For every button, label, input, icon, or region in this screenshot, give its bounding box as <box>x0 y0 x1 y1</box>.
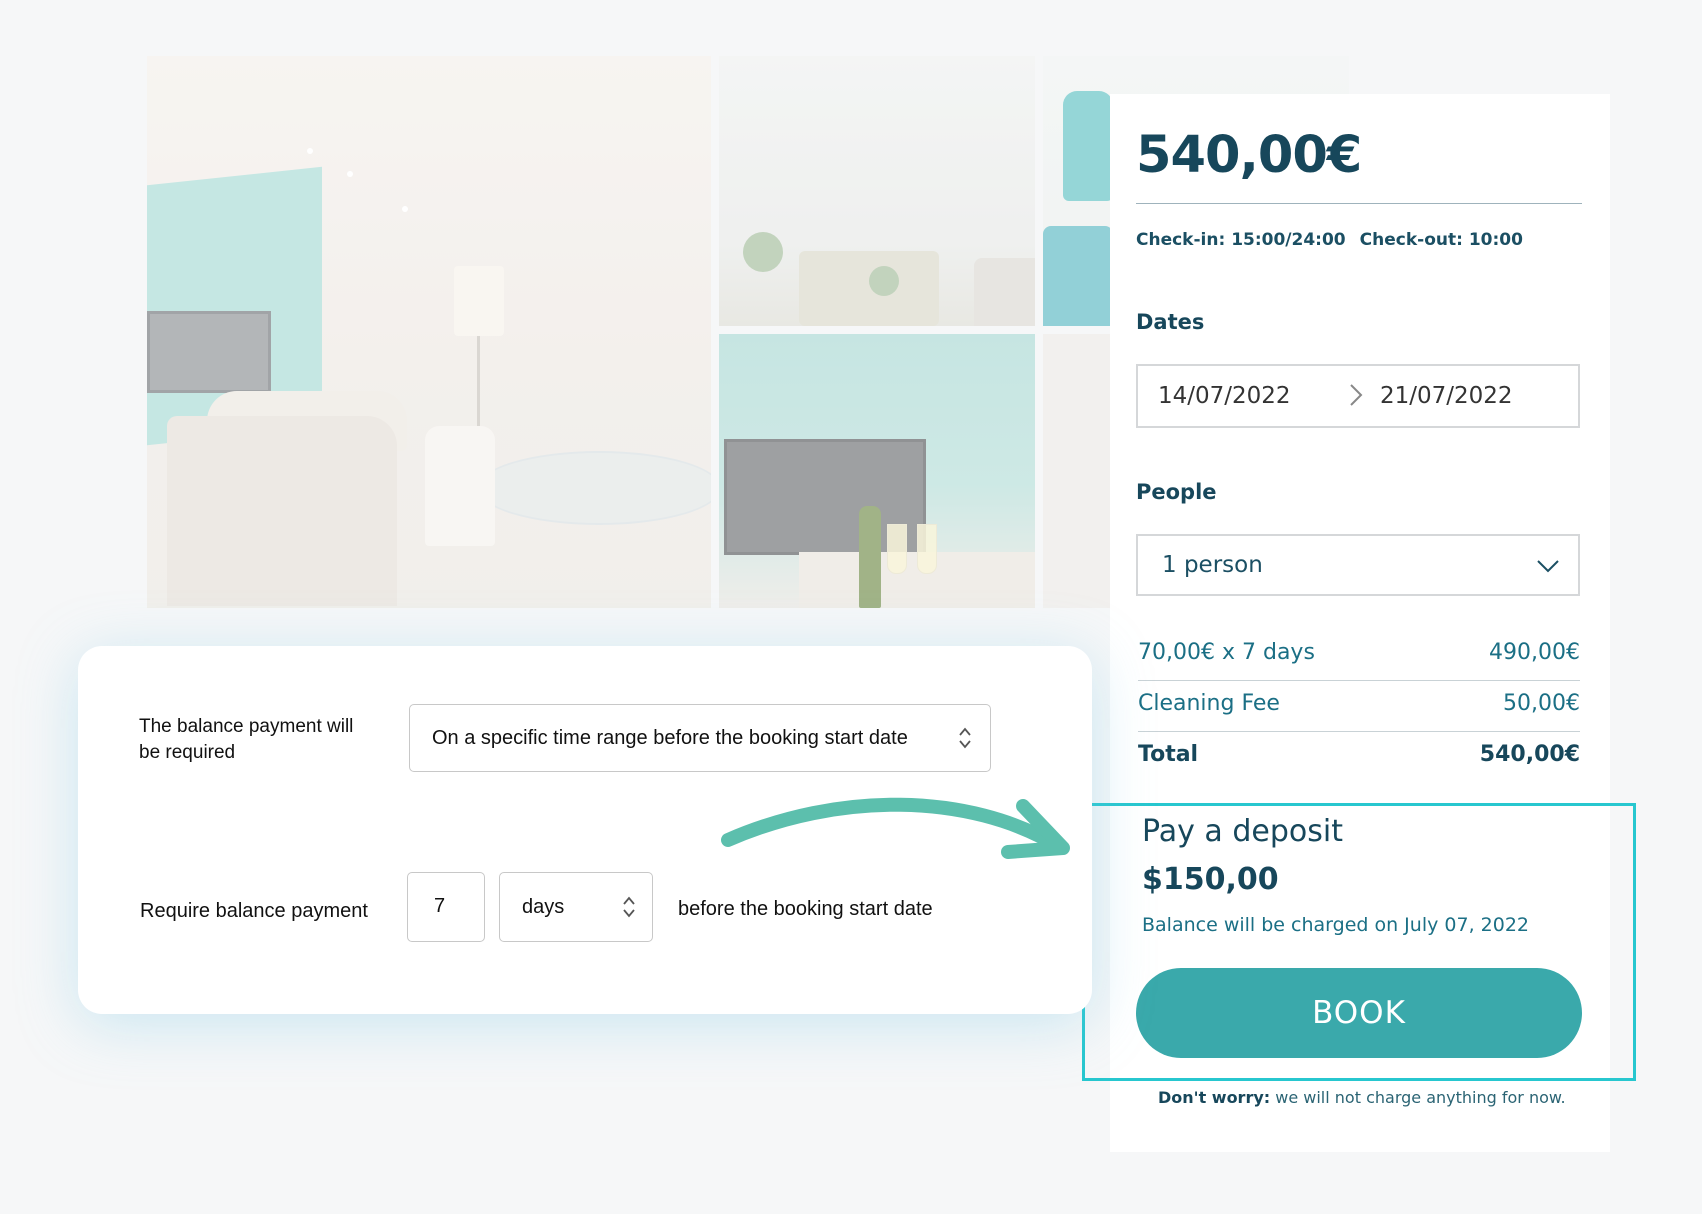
days-number-value: 7 <box>434 895 446 917</box>
divider <box>1138 680 1580 681</box>
reassurance-text: we will not charge anything for now. <box>1270 1088 1566 1107</box>
line-amount: 540,00€ <box>1479 742 1580 767</box>
people-select[interactable]: 1 person <box>1136 534 1580 596</box>
time-unit-value: days <box>522 896 565 918</box>
chevron-right-icon <box>1348 382 1364 414</box>
people-value: 1 person <box>1162 552 1263 578</box>
photo-wash <box>147 56 711 608</box>
price-line-total: Total 540,00€ <box>1138 742 1580 767</box>
balance-timing-select[interactable]: On a specific time range before the book… <box>409 704 991 772</box>
price-line-cleaning: Cleaning Fee 50,00€ <box>1138 691 1580 716</box>
date-to[interactable]: 21/07/2022 <box>1380 383 1513 409</box>
require-balance-label: Require balance payment <box>140 900 368 922</box>
balance-timing-value: On a specific time range before the book… <box>432 727 908 749</box>
line-label: Total <box>1138 742 1199 767</box>
checkin-time: Check-in: 15:00/24:00 <box>1136 230 1346 250</box>
days-number-input[interactable]: 7 <box>407 872 485 942</box>
tv-room-photo[interactable] <box>719 334 1035 608</box>
line-amount: 50,00€ <box>1503 691 1580 716</box>
balance-required-label: The balance payment will be required <box>139 716 354 763</box>
checkout-time: Check-out: 10:00 <box>1359 230 1523 250</box>
divider <box>1138 731 1580 732</box>
chevron-down-icon <box>1537 560 1559 573</box>
divider <box>1136 203 1582 204</box>
select-arrows-icon <box>959 727 971 749</box>
line-amount: 490,00€ <box>1489 640 1580 665</box>
check-times: Check-in: 15:00/24:00 Check-out: 10:00 <box>1136 230 1523 250</box>
time-unit-select[interactable]: days <box>499 872 653 942</box>
photo-wash <box>719 334 1035 608</box>
reassurance-bold: Don't worry: <box>1158 1088 1271 1107</box>
bedroom-photo[interactable] <box>719 56 1035 326</box>
date-range-field[interactable]: 14/07/2022 21/07/2022 <box>1136 364 1580 428</box>
dates-label: Dates <box>1136 310 1205 334</box>
deposit-highlight-box <box>1082 803 1636 1081</box>
price-line-nights: 70,00€ x 7 days 490,00€ <box>1138 640 1580 665</box>
require-balance-suffix: before the booking start date <box>678 898 933 920</box>
select-arrows-icon <box>623 896 635 918</box>
total-price: 540,00€ <box>1136 126 1362 185</box>
date-from[interactable]: 14/07/2022 <box>1158 383 1291 409</box>
living-room-photo[interactable] <box>147 56 711 608</box>
line-label: 70,00€ x 7 days <box>1138 640 1315 665</box>
reassurance-note: Don't worry: we will not charge anything… <box>1158 1088 1566 1107</box>
people-label: People <box>1136 480 1217 504</box>
line-label: Cleaning Fee <box>1138 691 1280 716</box>
photo-wash <box>719 56 1035 326</box>
curved-arrow-icon <box>721 797 1070 859</box>
